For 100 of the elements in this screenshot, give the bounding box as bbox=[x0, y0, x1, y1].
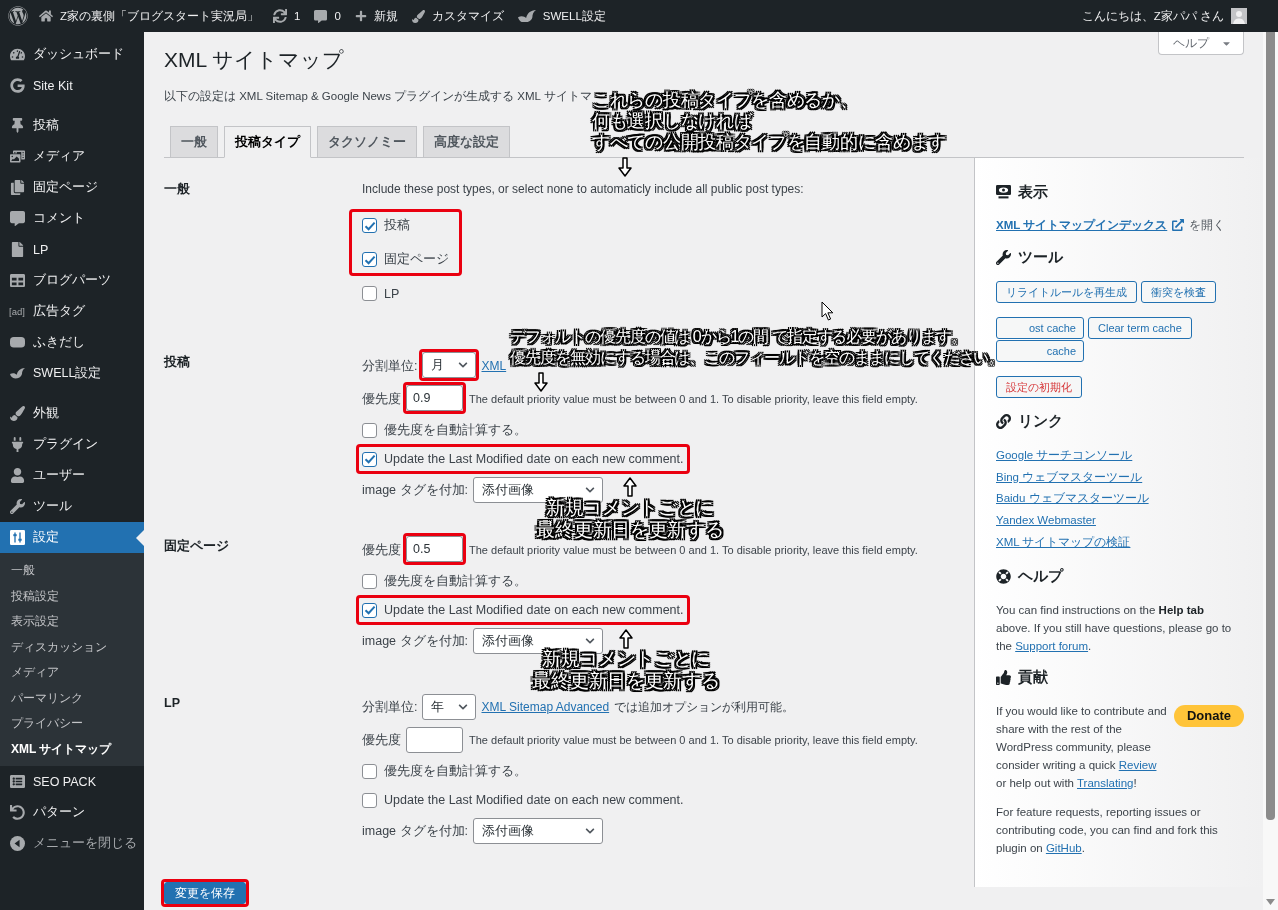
split-select[interactable]: 月 bbox=[422, 352, 477, 378]
tool-button[interactable]: 設定の初期化 bbox=[996, 376, 1082, 398]
new-link[interactable]: 新規 bbox=[347, 0, 405, 32]
section-label: LP bbox=[164, 695, 180, 712]
checkbox-option[interactable]: Update the Last Modified date on each new comment. bbox=[362, 788, 684, 812]
checkbox[interactable] bbox=[362, 218, 377, 233]
tool-button[interactable]: ost cache bbox=[996, 317, 1084, 339]
customize-link[interactable]: カスタマイズ bbox=[404, 0, 511, 32]
menu-item[interactable]: プラグイン bbox=[0, 429, 144, 460]
tab[interactable]: タクソノミー bbox=[317, 126, 417, 158]
inline-link[interactable]: Review bbox=[1118, 758, 1157, 771]
menu-item[interactable]: コメント bbox=[0, 203, 144, 234]
checkbox[interactable] bbox=[362, 763, 377, 779]
checkbox-option[interactable]: 優先度を自動計算する。 bbox=[362, 569, 527, 593]
menu-item[interactable]: 外観 bbox=[0, 398, 144, 429]
menu-item[interactable]: ブログパーツ bbox=[0, 265, 144, 296]
checkbox-option[interactable]: 優先度を自動計算する。 bbox=[362, 759, 527, 783]
menu-item[interactable]: 投稿 bbox=[0, 110, 144, 141]
tool-button[interactable]: Clear term cache bbox=[1088, 317, 1192, 339]
chevron-down-icon bbox=[458, 360, 469, 370]
tool-button[interactable]: cache bbox=[996, 340, 1084, 362]
menu-item[interactable]: 設定 bbox=[0, 522, 144, 553]
sitemap-index-link[interactable]: XML サイトマップインデックス bbox=[996, 216, 1168, 234]
submenu-item[interactable]: パーマリンク bbox=[0, 685, 144, 711]
annotation-text: これらの投稿タイプを含めるか、 何も選択しなければ すべての公開投稿タイプを自動的に含めます bbox=[592, 90, 946, 153]
checkbox[interactable] bbox=[362, 602, 377, 618]
paragraph-text: You can find instructions on the Help tab above. If you still have questions, please go to the Support forum. bbox=[996, 602, 1233, 654]
menu-item[interactable]: ユーザー bbox=[0, 460, 144, 491]
submenu-item[interactable]: プライバシー bbox=[0, 711, 144, 737]
link-suffix: を開く bbox=[1189, 218, 1226, 233]
external-link-icon bbox=[1172, 219, 1185, 231]
scroll-down-icon[interactable] bbox=[1266, 899, 1275, 905]
down-arrow-icon bbox=[534, 372, 548, 392]
panel-link[interactable]: Google サーチコンソール bbox=[996, 445, 1133, 467]
menu-item[interactable]: 固定ページ bbox=[0, 172, 144, 203]
account-link[interactable]: こんにちは、Z家パパ さん bbox=[1074, 0, 1254, 32]
logo-icon[interactable] bbox=[8, 6, 28, 26]
photo-video-icon bbox=[9, 149, 25, 164]
menu-item[interactable]: [ad] 広告タグ bbox=[0, 296, 144, 327]
image-select[interactable]: 添付画像 bbox=[473, 818, 603, 844]
mouse-cursor-icon bbox=[821, 301, 834, 321]
panel-link[interactable]: Baidu ウェブマスターツール bbox=[996, 488, 1149, 511]
advanced-link[interactable]: XML bbox=[481, 359, 507, 373]
collapse-menu-button[interactable]: メニューを閉じる bbox=[0, 828, 144, 859]
notch-icon bbox=[136, 529, 144, 546]
menu-item[interactable]: ツール bbox=[0, 491, 144, 522]
submenu-item[interactable]: XML サイトマップ bbox=[0, 736, 144, 762]
checkbox-option[interactable]: LP bbox=[362, 280, 400, 307]
donate-button[interactable]: Donate bbox=[1173, 704, 1244, 727]
section-label: 一般 bbox=[164, 181, 190, 198]
tab[interactable]: 高度な設定 bbox=[423, 126, 510, 158]
checkbox[interactable] bbox=[362, 286, 377, 301]
scrollbar-thumb[interactable] bbox=[1266, 32, 1275, 820]
submenu-item[interactable]: 投稿設定 bbox=[0, 583, 144, 609]
menu-item[interactable]: ふきだし bbox=[0, 327, 144, 358]
inline-link[interactable]: GitHub bbox=[1045, 841, 1082, 854]
submenu-item[interactable]: ディスカッション bbox=[0, 634, 144, 660]
checkbox[interactable] bbox=[362, 792, 377, 808]
panel-link[interactable]: Yandex Webmaster bbox=[996, 510, 1096, 532]
checkbox[interactable] bbox=[362, 422, 377, 438]
panel-link[interactable]: XML サイトマップの検証 bbox=[996, 531, 1131, 554]
submenu-item[interactable]: メディア bbox=[0, 660, 144, 686]
advanced-link[interactable]: XML Sitemap Advanced bbox=[481, 700, 610, 714]
theme-settings-link[interactable]: SWELL設定 bbox=[510, 0, 613, 32]
panel-link[interactable]: Bing ウェブマスターツール bbox=[996, 466, 1143, 489]
checkbox[interactable] bbox=[362, 573, 377, 589]
checkbox-option[interactable]: Update the Last Modified date on each new comment. bbox=[362, 598, 684, 622]
pages-icon bbox=[9, 180, 25, 195]
menu-item[interactable]: SEO PACK bbox=[0, 766, 144, 797]
submenu-item[interactable]: 一般 bbox=[0, 558, 144, 584]
menu-item[interactable]: LP bbox=[0, 234, 144, 265]
menu-item[interactable]: SWELL設定 bbox=[0, 358, 144, 389]
tool-button[interactable]: 衝突を検査 bbox=[1141, 281, 1216, 303]
tool-button[interactable]: リライトルールを再生成 bbox=[996, 281, 1137, 303]
updates-link[interactable]: 1 bbox=[266, 0, 308, 32]
priority-input[interactable] bbox=[406, 727, 463, 753]
field-label: 優先度 bbox=[362, 390, 401, 408]
help-text: The default priority value must be between 0 and 1. To disable priority, leave this field empty. bbox=[469, 393, 918, 405]
avatar-icon bbox=[1231, 8, 1247, 24]
split-select[interactable]: 年 bbox=[422, 694, 477, 720]
checkbox-option[interactable]: 固定ページ bbox=[362, 246, 449, 273]
comments-link[interactable]: 0 bbox=[307, 0, 348, 32]
menu-item[interactable]: ダッシュボード bbox=[0, 39, 144, 70]
menu-item[interactable]: メディア bbox=[0, 141, 144, 172]
save-button[interactable]: 変更を保存 bbox=[164, 882, 246, 904]
site-name-link[interactable]: Z家の裏側「ブログスタート実況局」 bbox=[32, 0, 267, 32]
menu-item[interactable]: Site Kit bbox=[0, 70, 144, 101]
sliders-icon bbox=[9, 530, 25, 545]
submenu-item[interactable]: 表示設定 bbox=[0, 609, 144, 635]
priority-input[interactable]: 0.9 bbox=[406, 385, 463, 411]
menu-item[interactable]: パターン bbox=[0, 797, 144, 828]
checkbox-option[interactable]: 投稿 bbox=[362, 212, 410, 239]
priority-input[interactable]: 0.5 bbox=[406, 536, 463, 562]
checkbox-option[interactable]: 優先度を自動計算する。 bbox=[362, 418, 527, 442]
checkbox-option[interactable]: Update the Last Modified date on each new comment. bbox=[362, 447, 684, 471]
tab[interactable]: 一般 bbox=[170, 126, 218, 158]
help-button[interactable]: ヘルプ bbox=[1158, 32, 1244, 55]
checkbox[interactable] bbox=[362, 451, 377, 467]
checkbox[interactable] bbox=[362, 252, 377, 267]
tab[interactable]: 投稿タイプ bbox=[224, 126, 311, 158]
